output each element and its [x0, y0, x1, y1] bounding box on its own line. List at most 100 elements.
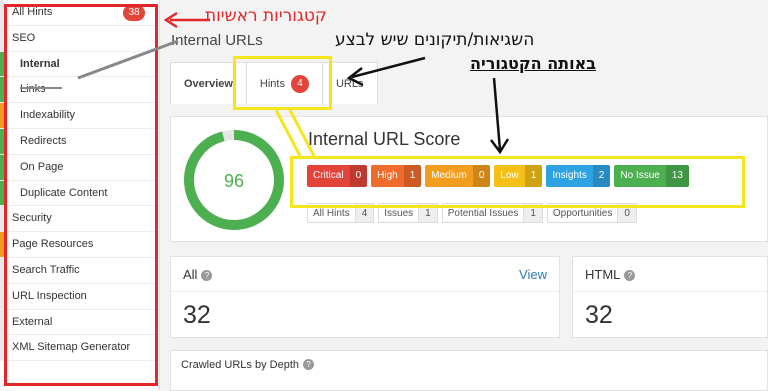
- sidebar-item-label: External: [12, 315, 53, 328]
- html-urls-card: HTML? 32: [572, 256, 768, 338]
- pill-count: 1: [403, 165, 422, 187]
- status-bar: [0, 180, 4, 206]
- sidebar-item-label: Duplicate Content: [20, 186, 108, 199]
- sidebar-item-duplicate-content[interactable]: Duplicate Content: [0, 180, 159, 207]
- page-title: Internal URLs: [171, 32, 263, 49]
- pill-label: Low: [500, 170, 519, 181]
- pill-medium[interactable]: Medium 0: [425, 165, 491, 187]
- sidebar-item-url-inspection[interactable]: URL Inspection: [0, 283, 159, 310]
- status-bar: [0, 257, 4, 283]
- help-icon[interactable]: ?: [303, 359, 314, 370]
- pill-label: Insights: [552, 170, 587, 181]
- sidebar-item-page-resources[interactable]: Page Resources: [0, 232, 159, 258]
- view-link[interactable]: View: [519, 267, 547, 282]
- pill-label: Critical: [313, 170, 344, 181]
- score-gauge: 96: [184, 130, 284, 230]
- hints-count-badge: 4: [290, 75, 309, 94]
- status-bar: [0, 232, 4, 257]
- divider: [573, 291, 767, 292]
- filter-label: Opportunities: [552, 208, 613, 219]
- filter-all-hints[interactable]: All Hints 4: [307, 203, 375, 223]
- pill-label: High: [377, 170, 398, 181]
- all-urls-value: 32: [183, 301, 211, 329]
- sidebar-item-label: SEO: [12, 31, 36, 44]
- sidebar-item-internal[interactable]: Internal: [0, 51, 159, 78]
- depth-title-text: Crawled URLs by Depth: [181, 359, 299, 371]
- sidebar-list: All Hints 38 SEO Internal Links Indexability R…: [0, 0, 159, 362]
- pill-count: 0: [472, 165, 491, 187]
- hints-total-badge: 38: [123, 5, 145, 21]
- filter-count: 1: [523, 204, 542, 222]
- all-urls-label-text: All: [183, 267, 198, 282]
- sidebar-item-security[interactable]: Security: [0, 206, 159, 233]
- filter-opportunities[interactable]: Opportunities 0: [546, 203, 637, 223]
- sidebar-item-search-traffic[interactable]: Search Traffic: [0, 257, 159, 284]
- sidebar: All Hints 38 SEO Internal Links Indexability R…: [0, 0, 160, 391]
- sidebar-item-indexability[interactable]: Indexability: [0, 103, 159, 129]
- help-icon[interactable]: ?: [624, 270, 636, 281]
- sidebar-item-label: Page Resources: [12, 238, 94, 251]
- pill-label: No Issue: [620, 170, 660, 181]
- status-bar: [0, 335, 4, 361]
- tab-urls[interactable]: URLs: [321, 62, 378, 104]
- sidebar-item-label: URL Inspection: [12, 289, 87, 302]
- html-urls-value: 32: [585, 301, 613, 329]
- pill-no-issue[interactable]: No Issue 13: [614, 165, 689, 187]
- help-icon[interactable]: ?: [201, 270, 213, 281]
- filter-issues[interactable]: Issues 1: [378, 203, 438, 223]
- sidebar-item-label: Search Traffic: [12, 263, 80, 276]
- pill-insights[interactable]: Insights 2: [546, 165, 611, 187]
- sidebar-item-external[interactable]: External: [0, 309, 159, 336]
- all-urls-label: All?: [183, 267, 213, 282]
- annotation-errors-line2: באותה הקטגוריה: [470, 54, 597, 73]
- status-bar: [0, 128, 4, 154]
- annotation-main-categories: קטגוריות ראשיות: [205, 6, 327, 26]
- depth-card: Crawled URLs by Depth?: [170, 350, 768, 391]
- sidebar-item-label: Redirects: [20, 134, 67, 147]
- tab-hints[interactable]: Hints 4: [245, 62, 323, 104]
- sidebar-item-label: Security: [12, 212, 52, 225]
- sidebar-item-links[interactable]: Links: [0, 77, 159, 104]
- status-bar: [0, 77, 4, 103]
- score-value: 96: [224, 171, 244, 191]
- pill-label: Medium: [431, 170, 467, 181]
- pill-critical[interactable]: Critical 0: [307, 165, 368, 187]
- filter-label: Issues: [384, 208, 414, 219]
- sidebar-item-xml-sitemap-generator[interactable]: XML Sitemap Generator: [0, 335, 159, 362]
- pill-high[interactable]: High 1: [371, 165, 422, 187]
- tab-hints-label: Hints: [259, 78, 285, 90]
- sidebar-item-label: Links: [20, 83, 46, 96]
- score-card: 96 Internal URL Score Critical 0 High 1 Medi…: [170, 116, 768, 242]
- html-urls-label: HTML?: [585, 267, 636, 282]
- status-bar: [0, 103, 4, 128]
- pill-low[interactable]: Low 1: [494, 165, 543, 187]
- status-bar: [0, 25, 4, 51]
- status-bar: [0, 51, 4, 77]
- filter-count: 1: [418, 204, 437, 222]
- html-urls-label-text: HTML: [585, 267, 621, 282]
- all-urls-card: All? View 32: [170, 256, 560, 338]
- tab-urls-label: URLs: [335, 78, 364, 90]
- sidebar-item-label: Internal: [20, 57, 60, 70]
- sidebar-item-label: XML Sitemap Generator: [12, 341, 131, 354]
- annotation-errors-line1: השגיאות/תיקונים שיש לבצע: [335, 30, 535, 50]
- annotation-red-arrow-head: [163, 11, 178, 29]
- severity-pills: Critical 0 High 1 Medium 0 Low 1 Insights 2 No Iss…: [307, 165, 689, 187]
- filter-count: 4: [354, 204, 374, 222]
- pill-count: 13: [665, 165, 689, 187]
- filter-potential-issues[interactable]: Potential Issues 1: [441, 203, 543, 223]
- status-bar: [0, 309, 4, 335]
- pill-count: 2: [592, 165, 611, 187]
- status-bar: [0, 283, 4, 309]
- sidebar-item-all-hints[interactable]: All Hints 38: [0, 0, 159, 26]
- depth-title: Crawled URLs by Depth?: [181, 359, 314, 371]
- filter-label: Potential Issues: [447, 208, 519, 219]
- tab-overview[interactable]: Overview: [170, 62, 247, 104]
- sidebar-item-seo[interactable]: SEO: [0, 25, 159, 52]
- sidebar-item-on-page[interactable]: On Page: [0, 154, 159, 181]
- status-bar: [0, 206, 4, 232]
- status-bar: [0, 0, 4, 25]
- hint-filters: All Hints 4 Issues 1 Potential Issues 1 Opport…: [307, 203, 637, 223]
- pill-count: 1: [524, 165, 543, 187]
- sidebar-item-redirects[interactable]: Redirects: [0, 128, 159, 155]
